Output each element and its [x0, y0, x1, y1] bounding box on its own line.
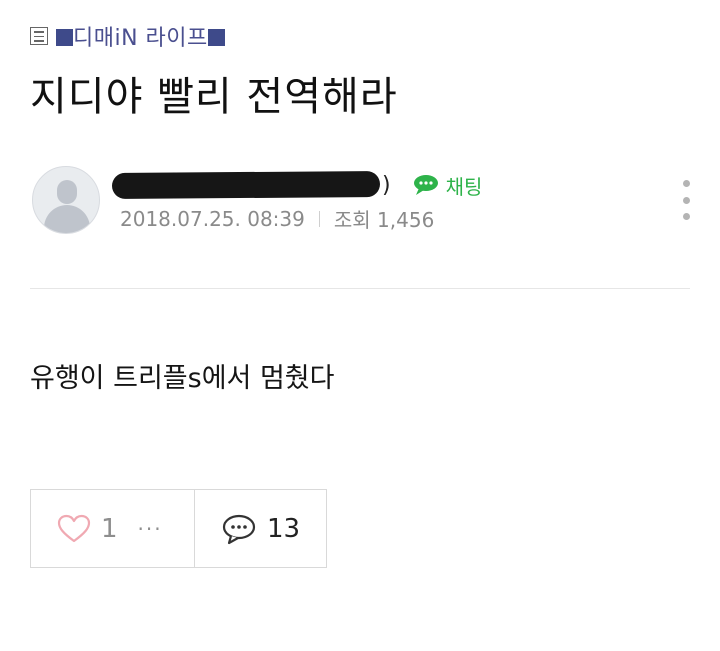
meta-divider	[318, 210, 320, 227]
comment-count: 13	[267, 513, 301, 544]
post-body: 유행이 트리플s에서 멈췄다	[30, 363, 335, 394]
likers-more-button[interactable]: ···	[138, 517, 163, 541]
like-button[interactable]: 1 ···	[31, 490, 195, 567]
like-count: 1	[101, 513, 118, 544]
heart-icon	[57, 514, 91, 542]
chat-button[interactable]: 채팅	[411, 171, 483, 200]
post-date: 2018.07.25. 08:39	[120, 206, 305, 231]
chat-bubble-icon	[413, 175, 438, 195]
redacted-author-name[interactable]	[111, 171, 381, 199]
post-meta: 2018.07.25. 08:39 조회 1,456	[120, 204, 434, 233]
square-bullet-icon	[56, 29, 73, 46]
author-name-suffix: )	[382, 172, 391, 198]
list-icon	[30, 27, 48, 45]
chat-label: 채팅	[445, 174, 483, 199]
comment-button[interactable]: 13	[195, 490, 326, 567]
view-count: 조회 1,456	[333, 208, 435, 232]
avatar-head-shape	[57, 180, 77, 204]
square-bullet-icon	[207, 29, 225, 46]
avatar[interactable]	[32, 166, 100, 234]
breadcrumb[interactable]: 디매iN 라이프	[30, 20, 225, 52]
comment-icon	[222, 514, 256, 544]
more-options-icon[interactable]	[678, 178, 694, 222]
author-row: ) 채팅	[111, 170, 483, 200]
post-title: 지디야 빨리 전역해라	[30, 74, 398, 120]
post-actions: 1 ··· 13	[30, 489, 327, 568]
avatar-body-shape	[44, 205, 90, 233]
breadcrumb-board-name[interactable]: 디매iN 라이프	[56, 20, 225, 52]
header-divider	[30, 288, 690, 289]
